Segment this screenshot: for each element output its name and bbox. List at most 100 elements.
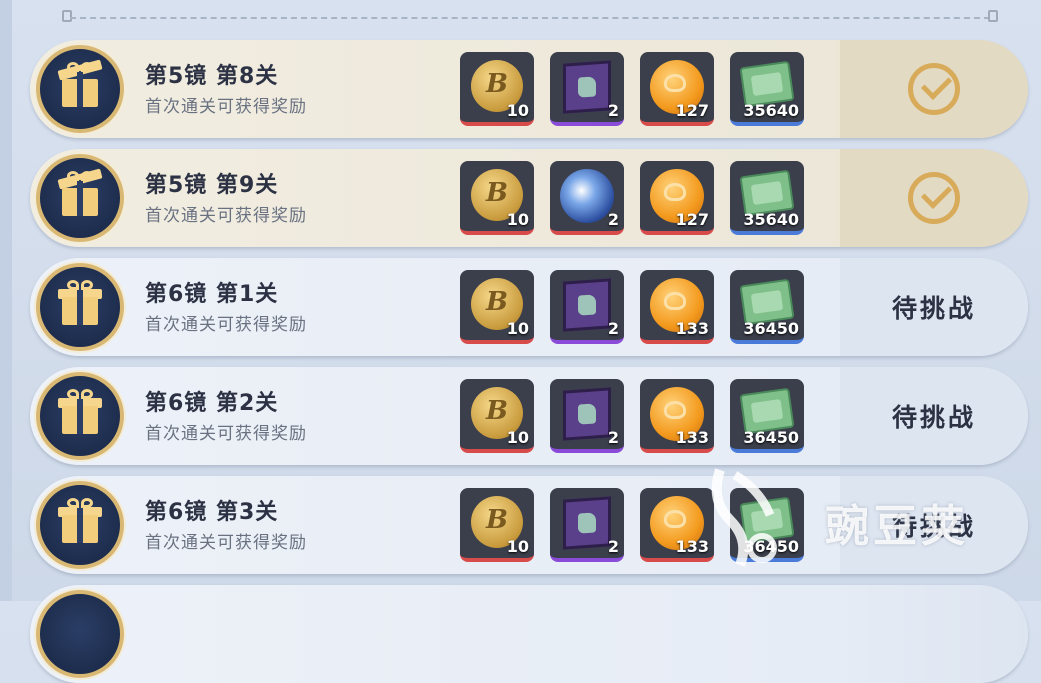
reward-quantity: 2 [607, 210, 619, 229]
coin-emblem [664, 401, 686, 419]
check-icon [908, 172, 960, 224]
top-divider [40, 10, 1020, 22]
divider-ornament-right [988, 10, 998, 22]
stage-status[interactable]: 待挑战 [840, 367, 1028, 465]
stage-subtitle: 首次通关可获得奖励 [145, 315, 307, 335]
reward-quantity: 2 [607, 537, 619, 556]
reward-quantity: 35640 [743, 210, 799, 229]
left-panel-edge [0, 0, 12, 601]
gem-shape [578, 512, 596, 534]
reward-slot[interactable]: 35640 [730, 52, 804, 126]
stage-status[interactable]: 待挑战 [840, 258, 1028, 356]
reward-slot[interactable]: 2 [550, 161, 624, 235]
gift-bow2 [81, 171, 93, 181]
gem-shape [578, 403, 596, 425]
stage-status[interactable] [840, 149, 1028, 247]
reward-slot[interactable]: 36450 [730, 270, 804, 344]
reward-slot[interactable]: 127 [640, 161, 714, 235]
reward-quantity: 10 [506, 319, 529, 338]
gift-icon [36, 481, 124, 569]
gift-ribbon [77, 507, 83, 543]
reward-slot[interactable]: 35640 [730, 161, 804, 235]
divider-ornament-left [62, 10, 72, 22]
stage-row[interactable]: 第6镜 第1关首次通关可获得奖励 B 10 2 133 36450 待挑战 [30, 258, 1028, 356]
reward-slot[interactable]: B 10 [460, 270, 534, 344]
crate-icon [563, 387, 611, 441]
gift-ribbon [77, 180, 83, 216]
watermark: 豌豆荚 [700, 460, 1020, 580]
coin-emblem [664, 74, 686, 92]
watermark-logo-icon [711, 468, 777, 567]
crate-icon [563, 278, 611, 332]
gift-bow1 [67, 498, 79, 508]
reward-quantity: 36450 [743, 319, 799, 338]
reward-slot[interactable]: B 10 [460, 379, 534, 453]
reward-slot[interactable]: B 10 [460, 161, 534, 235]
stage-row[interactable]: 第5镜 第9关首次通关可获得奖励 B 10 2 127 35640 [30, 149, 1028, 247]
gift-icon [36, 372, 124, 460]
gift-icon [36, 154, 124, 242]
coin-emblem [664, 292, 686, 310]
orb-icon [560, 169, 614, 223]
status-label: 待挑战 [891, 294, 976, 323]
gift-ribbon [77, 71, 83, 107]
coin-letter: B [486, 396, 508, 426]
stage-title: 第5镜 第9关 [145, 173, 279, 198]
gift-ribbon [77, 398, 83, 434]
reward-slot[interactable]: B 10 [460, 488, 534, 562]
reward-quantity: 133 [675, 319, 709, 338]
gift-bow1 [67, 62, 79, 72]
gift-icon [36, 45, 124, 133]
check-icon [908, 63, 960, 115]
reward-quantity: 133 [675, 428, 709, 447]
stage-subtitle: 首次通关可获得奖励 [145, 424, 307, 444]
coin-letter: B [486, 287, 508, 317]
reward-quantity: 127 [675, 101, 709, 120]
stage-title: 第6镜 第2关 [145, 391, 279, 416]
reward-slot[interactable]: 2 [550, 488, 624, 562]
stage-title: 第6镜 第1关 [145, 282, 279, 307]
reward-quantity: 2 [607, 101, 619, 120]
stage-row-partial[interactable] [30, 585, 1028, 683]
reward-quantity: 10 [506, 101, 529, 120]
crate-icon [563, 60, 611, 114]
reward-quantity: 10 [506, 428, 529, 447]
stage-subtitle: 首次通关可获得奖励 [145, 533, 307, 553]
stage-title: 第6镜 第3关 [145, 500, 279, 525]
reward-slot[interactable]: 127 [640, 52, 714, 126]
reward-slot[interactable]: 36450 [730, 379, 804, 453]
reward-slot[interactable]: B 10 [460, 52, 534, 126]
gift-bow2 [81, 62, 93, 72]
reward-slot[interactable]: 2 [550, 379, 624, 453]
gem-shape [578, 76, 596, 98]
reward-quantity: 2 [607, 428, 619, 447]
stage-row[interactable]: 第6镜 第2关首次通关可获得奖励 B 10 2 133 36450 待挑战 [30, 367, 1028, 465]
stage-status[interactable] [840, 40, 1028, 138]
reward-quantity: 10 [506, 537, 529, 556]
stage-subtitle: 首次通关可获得奖励 [145, 206, 307, 226]
reward-quantity: 35640 [743, 101, 799, 120]
reward-slot[interactable]: 2 [550, 52, 624, 126]
reward-slot[interactable]: 133 [640, 379, 714, 453]
coin-emblem [664, 510, 686, 528]
crate-icon [563, 496, 611, 550]
watermark-text: 豌豆荚 [825, 501, 969, 552]
gem-shape [578, 294, 596, 316]
reward-slot[interactable]: 2 [550, 270, 624, 344]
reward-quantity: 2 [607, 319, 619, 338]
stage-subtitle: 首次通关可获得奖励 [145, 97, 307, 117]
coin-letter: B [486, 178, 508, 208]
gift-bow1 [67, 171, 79, 181]
reward-quantity: 36450 [743, 428, 799, 447]
gift-bow1 [67, 389, 79, 399]
coin-letter: B [486, 505, 508, 535]
stage-row[interactable]: 第5镜 第8关首次通关可获得奖励 B 10 2 127 35640 [30, 40, 1028, 138]
gift-bow2 [81, 498, 93, 508]
gift-bow1 [67, 280, 79, 290]
gift-bow2 [81, 280, 93, 290]
gift-bow2 [81, 389, 93, 399]
gift-icon [36, 590, 124, 678]
reward-slot[interactable]: 133 [640, 270, 714, 344]
gift-icon [36, 263, 124, 351]
stage-title: 第5镜 第8关 [145, 64, 279, 89]
